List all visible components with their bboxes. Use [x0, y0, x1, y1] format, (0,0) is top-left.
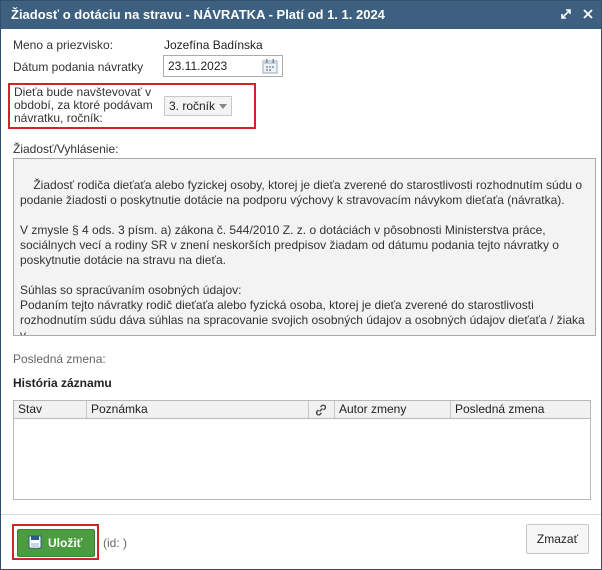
column-header-last-change[interactable]: Posledná zmena [451, 401, 590, 418]
grade-value: 3. ročník [169, 99, 216, 113]
column-header-author[interactable]: Autor zmeny [335, 401, 451, 418]
dialog-title: Žiadosť o dotáciu na stravu - NÁVRATKA -… [11, 7, 385, 22]
column-header-attachment[interactable] [309, 401, 335, 418]
date-label: Dátum podania návratky [13, 60, 144, 74]
link-icon [315, 404, 327, 419]
expand-icon[interactable] [561, 1, 571, 29]
close-icon[interactable] [583, 1, 593, 29]
column-header-status[interactable]: Stav [14, 401, 87, 418]
statement-textarea[interactable]: Žiadosť rodiča dieťaťa alebo fyzickej os… [13, 158, 596, 336]
history-table: Stav Poznámka Autor zmeny Posledná zmena [13, 400, 591, 500]
delete-button[interactable]: Zmazať [526, 524, 589, 554]
dialog-window: Žiadosť o dotáciu na stravu - NÁVRATKA -… [0, 0, 602, 570]
dialog-titlebar: Žiadosť o dotáciu na stravu - NÁVRATKA -… [1, 1, 601, 29]
history-table-header: Stav Poznámka Autor zmeny Posledná zmena [14, 401, 590, 419]
save-button-label: Uložiť [48, 536, 83, 550]
footer-divider [1, 514, 601, 515]
resize-handle-icon[interactable] [585, 325, 593, 333]
date-field[interactable]: 23.11.2023 [163, 55, 283, 77]
column-header-note[interactable]: Poznámka [87, 401, 309, 418]
grade-label: Dieťa bude navštevovať v období, za ktor… [14, 86, 153, 125]
save-icon [28, 535, 42, 552]
statement-text: Žiadosť rodiča dieťaťa alebo fyzickej os… [20, 178, 585, 336]
last-change-label: Posledná zmena: [13, 352, 106, 366]
calendar-icon[interactable] [262, 58, 278, 74]
statement-label: Žiadosť/Vyhlásenie: [13, 142, 119, 156]
name-value: Jozefína Badínska [164, 38, 263, 52]
save-button[interactable]: Uložiť [17, 529, 95, 557]
grade-select[interactable]: 3. ročník [164, 96, 232, 116]
date-value: 23.11.2023 [168, 59, 228, 73]
grade-label-line3: návratku, ročník: [14, 111, 103, 125]
name-label: Meno a priezvisko: [13, 38, 114, 52]
titlebar-icons [561, 1, 593, 29]
record-id-label: (id: ) [103, 536, 127, 550]
chevron-down-icon [219, 104, 227, 109]
history-title: História záznamu [13, 376, 112, 390]
